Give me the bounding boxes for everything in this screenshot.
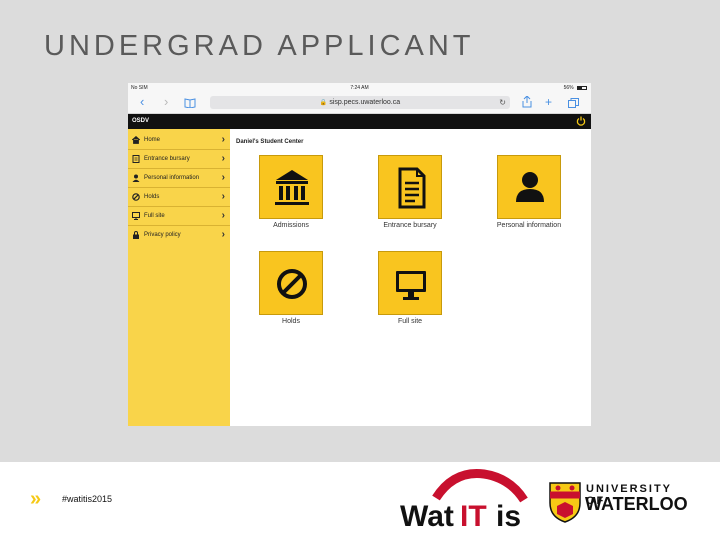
tile-label-holds: Holds [282,318,300,325]
no-entry-icon [277,269,307,299]
sidebar-item-privacy-policy[interactable]: Privacy policy › [128,226,230,245]
tabs-icon[interactable] [568,97,579,111]
battery-indicator: 56% [564,85,587,91]
sidebar: Home › Entrance bursary › Personal infor… [128,129,230,426]
chevron-left-icon[interactable]: ‹ [140,95,144,109]
tile-full-site[interactable] [378,251,442,315]
no-entry-icon [132,193,140,201]
home-icon [131,135,141,144]
monitor-icon [132,212,140,220]
sidebar-item-label: Home [144,137,161,143]
chevron-right-icon[interactable]: › [164,95,168,109]
sidebar-item-label: Personal information [144,175,200,181]
lock-icon: 🔒 [319,100,328,106]
battery-percent: 56% [563,85,574,91]
person-icon [516,172,544,202]
sidebar-item-full-site[interactable]: Full site › [128,207,230,226]
share-icon[interactable] [522,95,532,111]
sidebar-item-entrance-bursary[interactable]: Entrance bursary › [128,150,230,169]
watitis-logo: Wat IT is [398,468,534,533]
browser-toolbar: ‹ › 🔒 sisp.pecs.uwaterloo.ca ↻ + [128,92,591,114]
sidebar-item-label: Privacy policy [144,232,181,238]
tile-admissions[interactable] [259,155,323,219]
app-name: OSDV [132,118,150,124]
status-bar: No SIM 7:24 AM 56% [128,83,591,92]
document-icon [398,167,426,209]
tile-personal-information[interactable] [497,155,561,219]
url-bar[interactable]: 🔒 sisp.pecs.uwaterloo.ca ↻ [210,96,510,109]
main-content: Daniel's Student Center Admissions Entra… [230,129,591,426]
tile-label-entrance-bursary: Entrance bursary [383,222,437,229]
lock-icon [132,231,140,239]
university-of-waterloo-logo: UNIVERSITY OF WATERLOO [546,479,696,523]
sidebar-item-holds[interactable]: Holds › [128,188,230,207]
sidebar-item-label: Holds [144,194,160,200]
chevron-right-icon: › [221,172,225,183]
book-icon[interactable] [184,97,196,111]
battery-icon [577,85,587,90]
sidebar-item-label: Full site [144,213,165,219]
page-title: Daniel's Student Center [236,139,304,145]
status-time: 7:24 AM [350,85,369,91]
tile-label-admissions: Admissions [273,222,309,229]
chevron-right-icon: › [221,153,225,164]
svg-text:Wat: Wat [400,500,454,532]
person-icon [132,174,140,182]
tile-label-full-site: Full site [397,318,423,325]
shield-icon [549,482,581,523]
power-icon[interactable] [576,116,586,126]
monitor-icon [396,271,426,300]
reload-icon[interactable]: ↻ [499,96,506,109]
tile-entrance-bursary[interactable] [378,155,442,219]
sidebar-item-home[interactable]: Home › [128,131,230,150]
url-text: sisp.pecs.uwaterloo.ca [329,99,401,106]
tile-holds[interactable] [259,251,323,315]
uw-text-line2: WATERLOO [585,494,688,514]
chevron-right-icon: › [221,134,225,145]
tile-label-personal-information: Personal information [496,222,562,229]
hashtag-label: #watitis2015 [62,494,113,504]
chevrons-icon: » [30,488,41,510]
sidebar-item-label: Entrance bursary [144,156,190,162]
plus-icon[interactable]: + [545,95,552,109]
document-icon [132,155,140,163]
slide-title: UNDERGRAD APPLICANT [44,30,475,62]
building-icon [275,170,309,205]
screenshot-frame: No SIM 7:24 AM 56% ‹ › 🔒 sisp.pecs.uwater… [128,83,591,426]
sidebar-item-personal-information[interactable]: Personal information › [128,169,230,188]
chevron-right-icon: › [221,229,225,240]
battery-fill [578,86,583,89]
svg-text:is: is [496,500,521,532]
chevron-right-icon: › [221,210,225,221]
svg-text:IT: IT [460,500,487,532]
chevron-right-icon: › [221,191,225,202]
app-header: OSDV [128,114,591,129]
